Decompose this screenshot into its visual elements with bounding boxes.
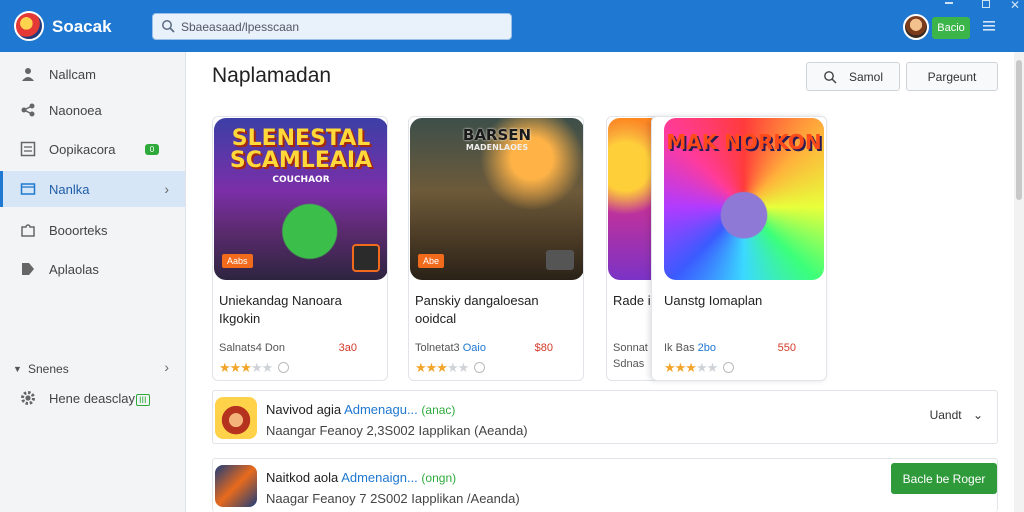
top-bar: Soacak ✕ Bacio [0, 0, 1024, 52]
search-box[interactable] [152, 13, 512, 40]
search-button-label: Samol [848, 69, 883, 84]
sidebar-item-nanlka[interactable]: Nanlka › [0, 171, 185, 207]
game-card[interactable]: SLENESTAL SCAMLEAIA COUCHAOR Aabs Unieka… [212, 116, 388, 381]
game-name: Uanstg Iomaplan [664, 293, 763, 308]
menu-icon[interactable] [982, 20, 996, 32]
page-title: Naplamadan [212, 64, 332, 87]
user-button[interactable]: Bacio [932, 17, 970, 39]
game-artwork: BARSEN MADENLAOES Abe [410, 118, 583, 280]
corner-icon [546, 250, 574, 270]
count-badge: 0 [145, 143, 159, 155]
chevron-right-icon: › [164, 359, 169, 375]
info-icon [474, 362, 486, 373]
game-thumbnail [215, 465, 257, 507]
sidebar-item-oopikacora[interactable]: Oopikacora 0 [0, 131, 185, 167]
game-card[interactable]: BARSEN MADENLAOES Abe Panskiy dangaloesa… [408, 116, 584, 381]
game-card[interactable]: MAK NORKON Uanstg Iomaplan Ik Bas 2bo 55… [651, 116, 827, 381]
game-artwork: SLENESTAL SCAMLEAIA COUCHAOR Aabs [214, 118, 387, 280]
game-price: $80 [534, 342, 553, 354]
app-title: Soacak [52, 17, 112, 36]
list-item-title: Navivod agia Admenagu... (anac) [266, 402, 456, 417]
search-button[interactable]: Samol [806, 62, 900, 91]
list-item[interactable]: Naitkod aola Admenaign... (ongn) Naagar … [212, 458, 998, 512]
gear-icon [21, 391, 35, 405]
sidebar-item-nallcam[interactable]: Nallcam [0, 56, 185, 92]
settings-badge: III [136, 393, 150, 406]
action-dropdown[interactable]: Uandt ⌄ [930, 408, 983, 422]
corner-icon [352, 244, 380, 272]
search-input[interactable] [181, 17, 501, 37]
list-icon [20, 141, 36, 157]
avatar[interactable] [903, 14, 929, 40]
star-rating: ★★★★★ [415, 360, 486, 376]
game-name: Panskiy dangaloesan ooidcal [415, 293, 539, 326]
sidebar-item-label: Oopikacora [49, 141, 116, 157]
chevron-down-icon: ⌄ [972, 408, 983, 422]
game-meta: Tolnetat3 Oaio [415, 342, 486, 354]
info-icon [278, 362, 290, 373]
game-meta: Sonnat [613, 342, 648, 354]
sidebar: Nallcam Naonoea Oopikacora 0 Nanlka › Bo… [0, 52, 186, 512]
folder-icon [20, 183, 36, 195]
tag-badge: Aabs [222, 254, 253, 268]
tag-badge: Abe [418, 254, 445, 268]
game-thumbnail [215, 397, 257, 439]
scrollbar[interactable] [1014, 52, 1024, 512]
list-item[interactable]: Navivod agia Admenagu... (anac) Naangar … [212, 390, 998, 444]
sidebar-item-label: Nallcam [49, 66, 96, 82]
secondary-button[interactable]: Pargeunt [906, 62, 998, 91]
sidebar-item-aplaolas[interactable]: Aplaolas [0, 251, 185, 287]
sidebar-item-booorteks[interactable]: Booorteks [0, 212, 185, 248]
sidebar-item-label: Naonoea [49, 102, 102, 118]
list-item-title: Naitkod aola Admenaign... (ongn) [266, 470, 457, 485]
game-artwork: MAK NORKON [664, 118, 824, 280]
close-icon[interactable]: ✕ [1010, 0, 1020, 12]
search-icon [824, 70, 837, 84]
game-price: 3a0 [338, 342, 357, 354]
section-label: Snenes [28, 362, 69, 376]
app-logo [14, 11, 44, 41]
star-rating: ★★★★★ [219, 360, 290, 376]
sidebar-item-label: Booorteks [49, 222, 108, 238]
sidebar-item-label: Hene deasclay III [49, 391, 150, 406]
caret-down-icon: ▼ [13, 364, 22, 374]
game-price: 550 [777, 342, 796, 354]
list-item-subtitle: Naangar Feanoy 2,3S002 Iapplikan (Aeanda… [266, 423, 528, 438]
sidebar-item-label: Aplaolas [49, 261, 99, 277]
minimize-icon[interactable] [945, 2, 953, 4]
puzzle-icon [21, 224, 35, 237]
person-icon [22, 68, 34, 81]
chevron-right-icon: › [164, 181, 169, 197]
game-meta-extra: Sdnas [613, 358, 645, 370]
list-item-subtitle: Naagar Feanoy 7 2S002 Iapplikan /Aeanda) [266, 491, 520, 506]
section-header[interactable]: ▼ Snenes › [0, 358, 185, 382]
primary-action-button[interactable]: Bacle be Roger [891, 463, 997, 494]
game-meta: Ik Bas 2bo [664, 342, 716, 354]
game-name: Uniekandag Nanoara Ikgokin [219, 293, 342, 326]
sidebar-item-naonoea[interactable]: Naonoea [0, 92, 185, 128]
tag-icon [22, 263, 34, 275]
sidebar-item-label: Nanlka [49, 181, 90, 197]
star-rating: ★★★★★ [664, 360, 735, 376]
info-icon [723, 362, 735, 373]
sidebar-item-settings[interactable]: Hene deasclay III [0, 380, 185, 416]
game-meta: Salnats4 Don [219, 342, 286, 354]
scrollbar-thumb[interactable] [1016, 60, 1022, 200]
maximize-icon[interactable] [982, 0, 990, 8]
search-icon [162, 20, 175, 33]
share-icon [21, 103, 35, 117]
